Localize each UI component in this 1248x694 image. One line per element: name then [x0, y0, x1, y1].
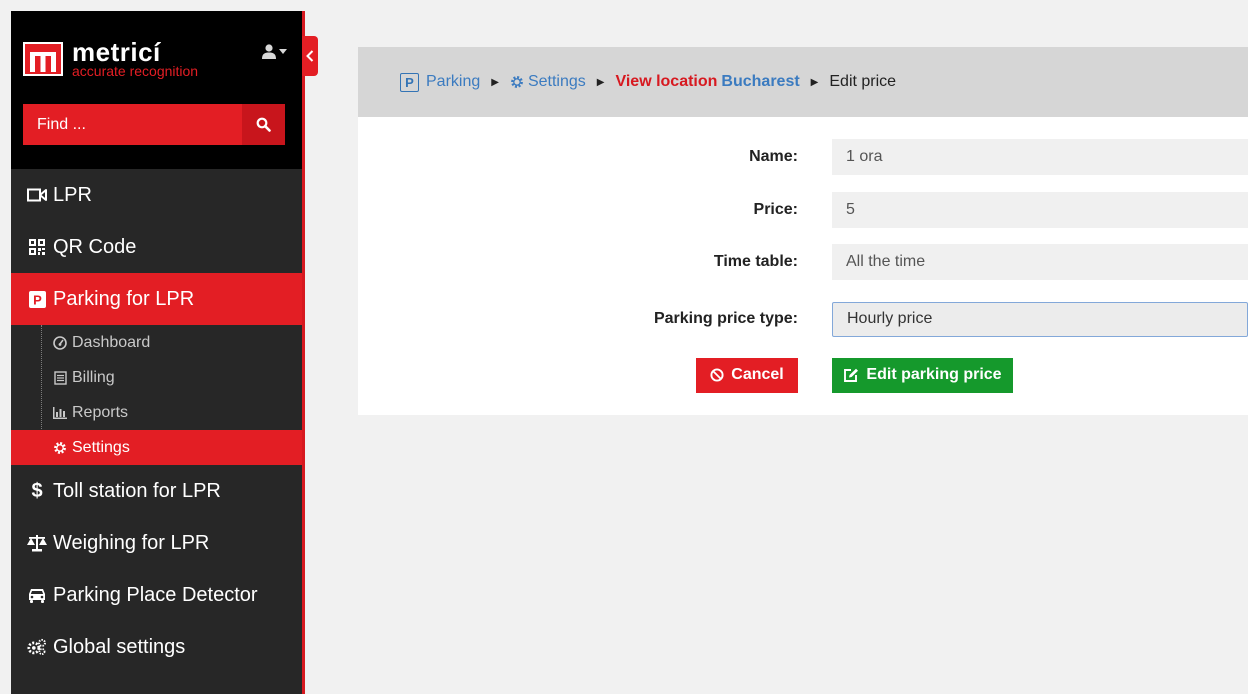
breadcrumb-current: Edit price	[829, 73, 897, 90]
sidebar-item-label: Toll station for LPR	[53, 479, 221, 502]
subnav-item-label: Settings	[72, 438, 130, 456]
brand-name: metricí	[72, 37, 161, 67]
time-table-field[interactable]: All the time	[832, 244, 1248, 280]
breadcrumb-separator-icon: ▶	[810, 76, 819, 88]
sidebar-item-label: LPR	[53, 183, 92, 206]
sidebar-item-label: Weighing for LPR	[53, 531, 210, 554]
cog-icon	[510, 75, 524, 89]
time-table-label: Time table:	[713, 253, 798, 270]
scale-icon	[27, 533, 47, 553]
subnav-item-dashboard[interactable]: Dashboard	[11, 325, 302, 360]
sidebar: metricí accurate recognition Find ... LP…	[11, 11, 302, 694]
search-icon	[256, 117, 271, 132]
sidebar-header: metricí accurate recognition	[11, 11, 302, 169]
subnav-item-label: Billing	[72, 368, 115, 386]
form-row-price: Price: 5	[358, 192, 1248, 228]
edit-parking-price-button[interactable]: Edit parking price	[832, 357, 1013, 393]
sidebar-item-global-settings[interactable]: Global settings	[11, 621, 302, 673]
sidebar-item-lpr[interactable]: LPR	[11, 169, 302, 221]
edit-price-form: Name: 1 ora Price: 5 Time table: All the…	[358, 117, 1248, 415]
form-actions: Cancel Edit parking price	[358, 357, 1248, 393]
parking-icon: P	[27, 289, 47, 309]
breadcrumb-view-location-link[interactable]: View location	[615, 73, 717, 91]
breadcrumb-separator-icon: ▶	[491, 76, 499, 88]
video-camera-icon	[27, 185, 47, 205]
svg-text:P: P	[33, 292, 42, 307]
ban-icon	[710, 368, 724, 382]
sidebar-item-label: Global settings	[53, 635, 186, 658]
price-label: Price:	[753, 201, 798, 218]
name-label: Name:	[749, 148, 798, 165]
logo-mark-icon	[23, 41, 63, 76]
sidebar-item-parking-place-detector[interactable]: Parking Place Detector	[11, 569, 302, 621]
dollar-icon: $	[31, 479, 43, 502]
parking-subnav: Dashboard Billing Reports Settings	[11, 325, 302, 465]
sidebar-item-qr-code[interactable]: QR Code	[11, 221, 302, 273]
breadcrumb: P Parking ▶ Settings ▶ View location Buc…	[358, 47, 1248, 117]
sidebar-item-toll-station[interactable]: $ Toll station for LPR	[11, 465, 302, 517]
subnav-item-reports[interactable]: Reports	[11, 395, 302, 430]
sidebar-item-parking-for-lpr[interactable]: P Parking for LPR	[11, 273, 302, 325]
edit-icon	[844, 368, 859, 382]
breadcrumb-location-name[interactable]: Bucharest	[721, 73, 799, 91]
price-type-label: Parking price type:	[653, 310, 798, 327]
breadcrumb-separator-icon: ▶	[596, 76, 605, 88]
search-input[interactable]	[23, 104, 242, 145]
sidebar-border	[302, 11, 305, 694]
caret-down-icon	[279, 49, 287, 54]
cog-icon	[53, 441, 67, 455]
edit-button-label: Edit parking price	[866, 366, 1002, 383]
sidebar-item-label: Parking for LPR	[53, 287, 195, 310]
cancel-button[interactable]: Cancel	[696, 357, 798, 393]
sidebar-item-weighing[interactable]: Weighing for LPR	[11, 517, 302, 569]
billing-icon	[53, 370, 67, 385]
user-icon	[262, 44, 276, 59]
form-row-price-type: Parking price type: Hourly price	[358, 301, 1248, 337]
subnav-item-billing[interactable]: Billing	[11, 360, 302, 395]
name-field[interactable]: 1 ora	[832, 139, 1248, 175]
sidebar-item-label: QR Code	[53, 235, 137, 258]
dashboard-icon	[53, 335, 67, 350]
page: metricí accurate recognition Find ... LP…	[0, 0, 1248, 694]
breadcrumb-parking-link[interactable]: Parking	[426, 73, 480, 91]
gears-icon	[27, 637, 47, 657]
user-menu[interactable]	[262, 44, 287, 59]
search-button[interactable]	[242, 104, 285, 145]
breadcrumb-settings-link[interactable]: Settings	[528, 73, 586, 91]
parking-icon: P	[400, 72, 419, 92]
bar-chart-icon	[53, 406, 67, 420]
subnav-item-settings[interactable]: Settings	[11, 430, 302, 465]
subnav-item-label: Dashboard	[72, 333, 151, 351]
subnav-item-label: Reports	[72, 403, 129, 421]
brand-logo[interactable]: metricí accurate recognition	[23, 39, 198, 78]
price-type-select[interactable]: Hourly price	[832, 301, 1248, 337]
qr-code-icon	[27, 237, 47, 257]
sidebar-item-label: Parking Place Detector	[53, 583, 258, 606]
form-row-name: Name: 1 ora	[358, 139, 1248, 175]
form-row-time-table: Time table: All the time	[358, 244, 1248, 280]
cancel-button-label: Cancel	[731, 366, 784, 383]
chevron-left-icon	[306, 50, 314, 62]
search-box	[23, 104, 285, 145]
car-icon	[27, 585, 47, 605]
brand-tagline: accurate recognition	[72, 63, 199, 79]
sidebar-collapse-button[interactable]	[302, 36, 318, 76]
price-field[interactable]: 5	[832, 192, 1248, 228]
